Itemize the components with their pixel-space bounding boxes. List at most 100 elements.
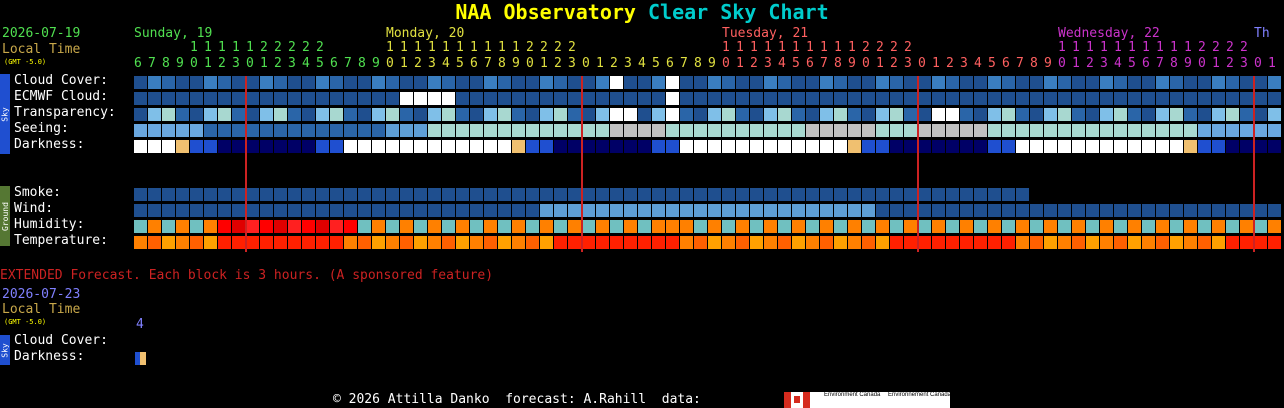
ecmwf-cloud-block — [834, 92, 847, 105]
seeing-block — [428, 124, 441, 137]
cloud-cover-block — [596, 76, 609, 89]
transparency-block — [904, 108, 917, 121]
ecmwf-cloud-block — [526, 92, 539, 105]
darkness-block — [232, 140, 245, 153]
humidity-block — [1100, 220, 1113, 233]
temperature-block — [470, 236, 483, 249]
seeing-block — [778, 124, 791, 137]
humidity-block — [666, 220, 679, 233]
ecmwf-cloud-block — [428, 92, 441, 105]
extended-local-time: Local Time — [2, 302, 81, 317]
temperature-block — [1254, 236, 1267, 249]
ecmwf-cloud-block — [848, 92, 861, 105]
temperature-block — [764, 236, 777, 249]
transparency-block — [568, 108, 581, 121]
smoke-block — [946, 188, 959, 201]
humidity-block — [582, 220, 595, 233]
humidity-block — [1016, 220, 1029, 233]
ecmwf-cloud-block — [554, 92, 567, 105]
temperature-block — [498, 236, 511, 249]
humidity-block — [1240, 220, 1253, 233]
humidity-block — [848, 220, 861, 233]
wind-block — [470, 204, 483, 217]
smoke-block — [484, 188, 497, 201]
seeing-block — [862, 124, 875, 137]
darkness-block — [638, 140, 651, 153]
transparency-block — [134, 108, 147, 121]
smoke-block — [134, 188, 147, 201]
temperature-block — [1226, 236, 1239, 249]
ecmwf-cloud-block — [498, 92, 511, 105]
cloud-cover-block — [750, 76, 763, 89]
day-separator-line — [581, 76, 583, 252]
wind-block — [176, 204, 189, 217]
wind-block — [1198, 204, 1211, 217]
transparency-block — [1184, 108, 1197, 121]
cloud-cover-block — [400, 76, 413, 89]
chart-title: NAA Observatory Clear Sky Chart — [0, 0, 1284, 24]
ecmwf-cloud-block — [358, 92, 371, 105]
smoke-block — [890, 188, 903, 201]
darkness-block — [932, 140, 945, 153]
smoke-block — [806, 188, 819, 201]
ecmwf-cloud-block — [1100, 92, 1113, 105]
temperature-block — [834, 236, 847, 249]
cloud-cover-block — [1212, 76, 1225, 89]
seeing-block — [512, 124, 525, 137]
darkness-block — [456, 140, 469, 153]
wind-block — [904, 204, 917, 217]
cloud-cover-block — [1044, 76, 1057, 89]
darkness-block — [372, 140, 385, 153]
seeing-block — [540, 124, 553, 137]
wind-block — [820, 204, 833, 217]
humidity-block — [484, 220, 497, 233]
temperature-block — [988, 236, 1001, 249]
wind-block — [400, 204, 413, 217]
seeing-block — [806, 124, 819, 137]
transparency-block — [526, 108, 539, 121]
seeing-block — [1086, 124, 1099, 137]
wind-block — [1086, 204, 1099, 217]
temperature-block — [302, 236, 315, 249]
humidity-block — [512, 220, 525, 233]
day-label-thursday: Th — [1254, 26, 1270, 41]
ecmwf-cloud-block — [876, 92, 889, 105]
darkness-block — [218, 140, 231, 153]
temperature-block — [288, 236, 301, 249]
ecmwf-cloud-block — [1086, 92, 1099, 105]
darkness-block — [820, 140, 833, 153]
humidity-block — [764, 220, 777, 233]
humidity-block — [610, 220, 623, 233]
humidity-block — [960, 220, 973, 233]
extended-darkness-block — [140, 352, 146, 365]
darkness-block — [1114, 140, 1127, 153]
cloud-cover-block — [428, 76, 441, 89]
transparency-block — [204, 108, 217, 121]
smoke-block — [750, 188, 763, 201]
wind-block — [1100, 204, 1113, 217]
cloud-cover-block — [526, 76, 539, 89]
humidity-block — [694, 220, 707, 233]
ecmwf-cloud-block — [414, 92, 427, 105]
smoke-block — [400, 188, 413, 201]
humidity-block — [148, 220, 161, 233]
chart-date: 2026-07-19 — [2, 26, 81, 41]
environment-canada-logo[interactable]: Environment Canada Environnement Canada — [784, 392, 951, 408]
seeing-block — [484, 124, 497, 137]
darkness-block — [610, 140, 623, 153]
ecmwf-cloud-block — [162, 92, 175, 105]
cloud-cover-block — [540, 76, 553, 89]
temperature-block — [750, 236, 763, 249]
transparency-block — [708, 108, 721, 121]
darkness-block — [1170, 140, 1183, 153]
ecmwf-cloud-block — [960, 92, 973, 105]
seeing-block — [148, 124, 161, 137]
seeing-block — [218, 124, 231, 137]
wind-block — [218, 204, 231, 217]
transparency-block — [288, 108, 301, 121]
humidity-block — [624, 220, 637, 233]
cloud-cover-block — [848, 76, 861, 89]
wind-block — [498, 204, 511, 217]
humidity-block — [344, 220, 357, 233]
seeing-block — [400, 124, 413, 137]
